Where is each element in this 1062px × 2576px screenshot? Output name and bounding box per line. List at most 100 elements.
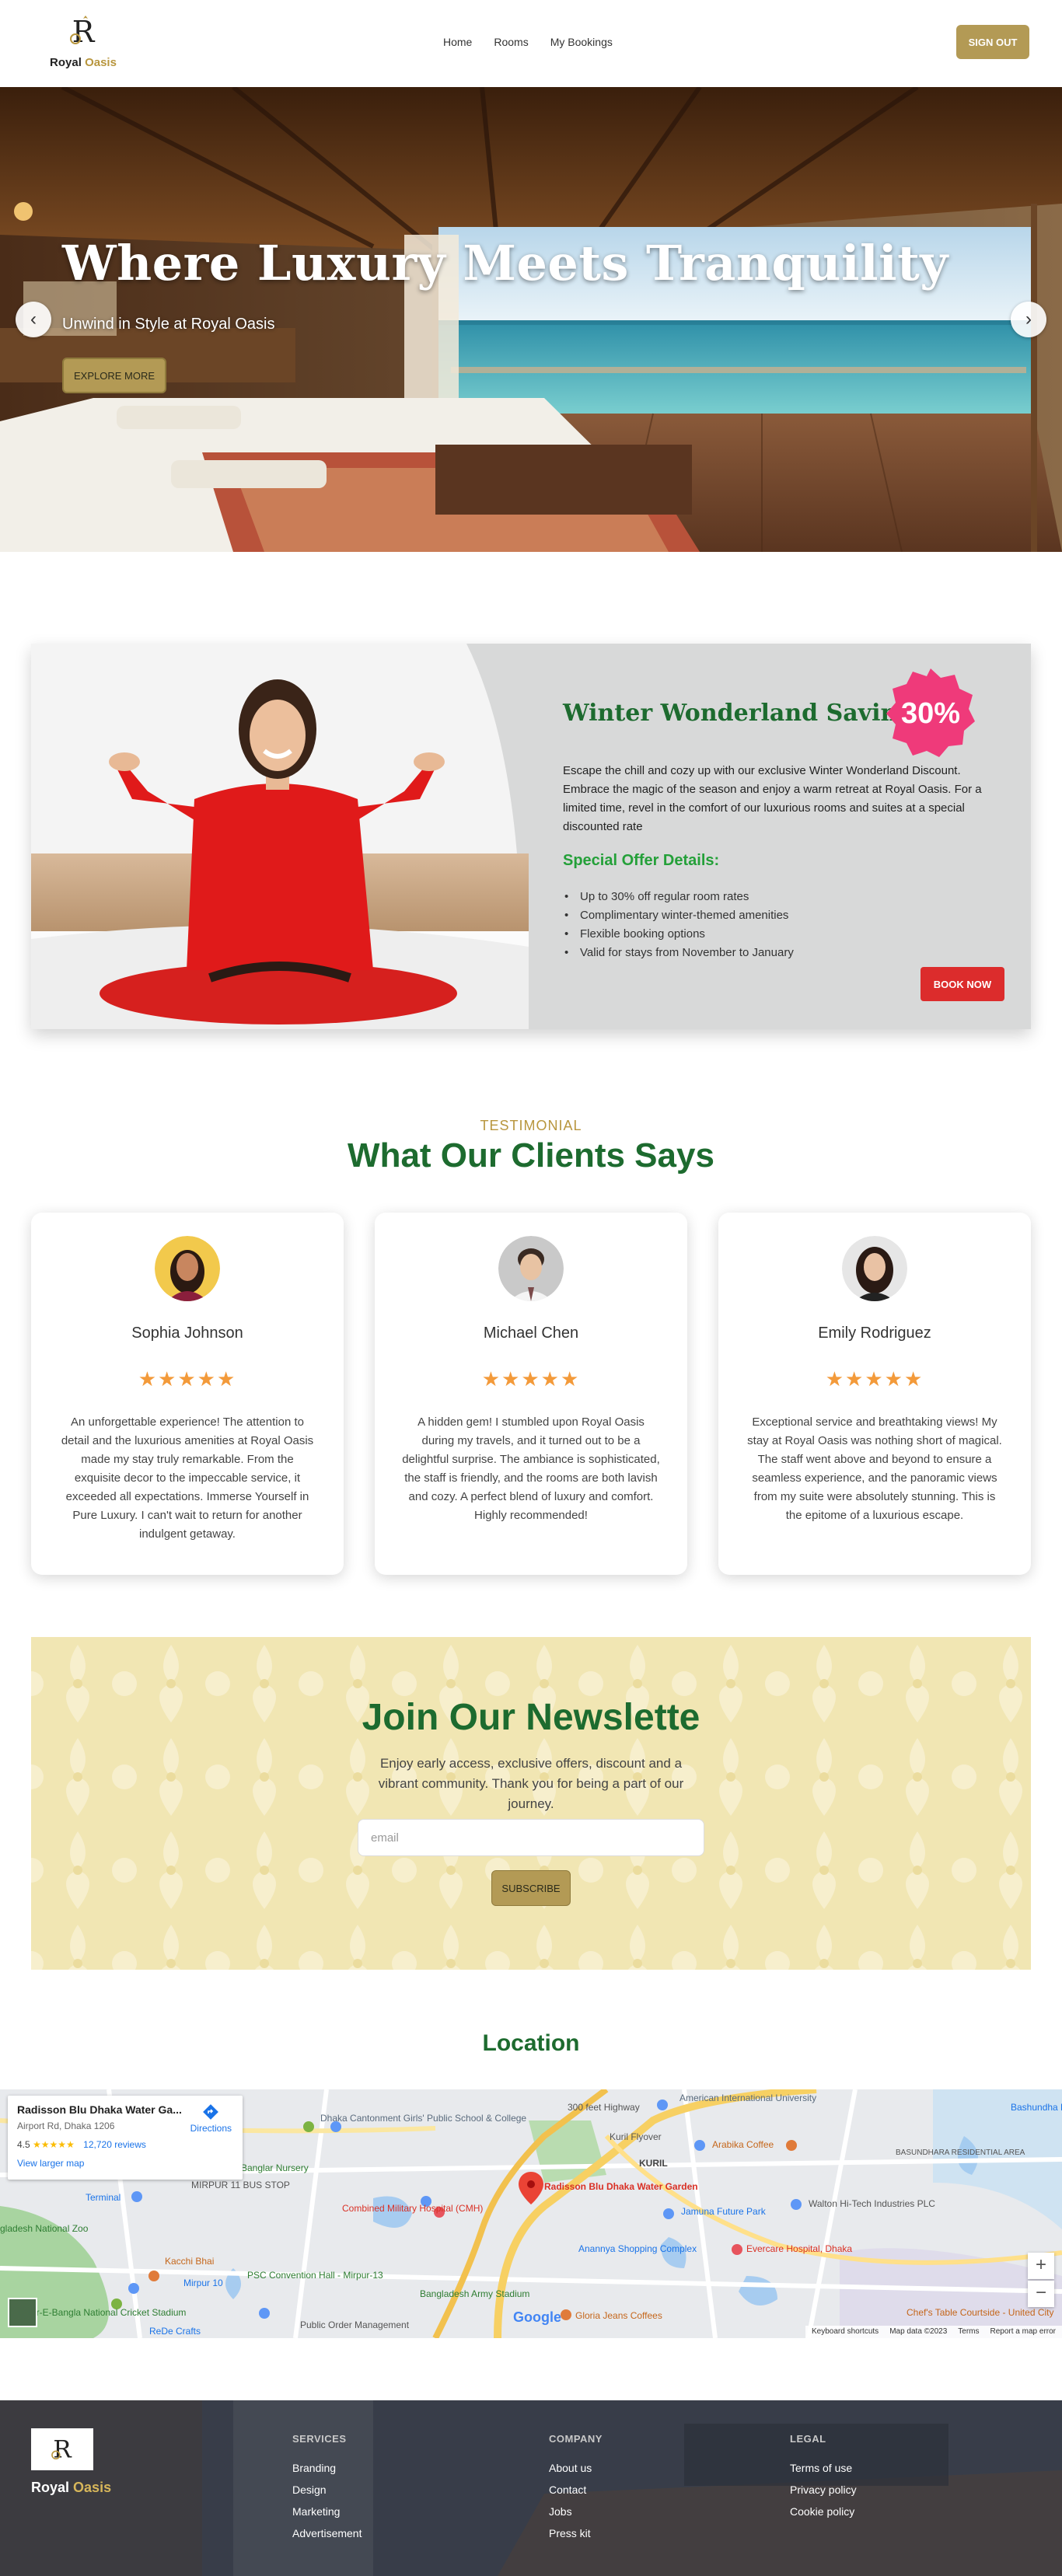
svg-text:R: R: [53, 2436, 72, 2464]
map-place-label: Mirpur 10: [183, 2278, 223, 2288]
newsletter-email-input[interactable]: [358, 1819, 704, 1856]
site-footer: R Royal Oasis SERVICES Branding Design M…: [0, 2400, 1062, 2576]
svg-text:30%: 30%: [901, 697, 960, 730]
newsletter-text: Enjoy early access, exclusive offers, di…: [378, 1756, 684, 1811]
offer-detail-item: Complimentary winter-themed amenities: [563, 906, 794, 925]
directions-icon: [203, 2104, 219, 2120]
offer-details-title: Special Offer Details:: [563, 852, 720, 869]
avatar: [498, 1236, 564, 1301]
footer-link[interactable]: Jobs: [549, 2505, 603, 2518]
footer-link[interactable]: Privacy policy: [790, 2484, 857, 2496]
map-place-label: Combined Military Hospital (CMH): [342, 2203, 484, 2214]
footer-link[interactable]: About us: [549, 2462, 603, 2474]
map-data-text: Map data ©2023: [889, 2327, 948, 2336]
footer-link[interactable]: Advertisement: [292, 2527, 362, 2539]
chevron-right-icon: ›: [1025, 309, 1032, 330]
map-place-label: Bashundha Kings Are: [1011, 2102, 1062, 2113]
footer-link[interactable]: Cookie policy: [790, 2505, 857, 2518]
map-place-card: Radisson Blu Dhaka Water Ga... Airport R…: [8, 2096, 243, 2180]
chevron-left-icon: ‹: [30, 309, 37, 330]
map-satellite-toggle[interactable]: [8, 2298, 37, 2327]
testimonial-name: Michael Chen: [483, 1325, 579, 1342]
carousel-next-button[interactable]: ›: [1011, 302, 1046, 337]
footer-link[interactable]: Press kit: [549, 2527, 603, 2539]
footer-link[interactable]: Marketing: [292, 2505, 362, 2518]
hero-subtitle: Unwind in Style at Royal Oasis: [62, 316, 275, 333]
main-nav: Home Rooms My Bookings: [443, 36, 613, 48]
map-place-label: PSC Convention Hall - Mirpur-13: [247, 2270, 383, 2281]
map-place-label: er-E-Bangla National Cricket Stadium: [31, 2307, 187, 2318]
nav-home-link[interactable]: Home: [443, 36, 472, 48]
subscribe-button[interactable]: SUBSCRIBE: [491, 1870, 571, 1906]
rating-stars-icon: ★★★★★: [825, 1367, 924, 1391]
footer-services-column: SERVICES Branding Design Marketing Adver…: [292, 2433, 362, 2549]
map-place-label: Anannya Shopping Complex: [578, 2243, 697, 2254]
hero-title: Where Luxury Meets Tranquility: [62, 235, 948, 291]
rating-stars-icon: ★★★★★: [33, 2139, 75, 2150]
map-place-label: Radisson Blu Dhaka Water Garden: [544, 2181, 698, 2192]
map-place-label: Walton Hi-Tech Industries PLC: [809, 2198, 935, 2209]
newsletter-title: Join Our Newslette: [362, 1697, 700, 1738]
report-map-error-link[interactable]: Report a map error: [990, 2327, 1056, 2337]
map-place-label: Dhaka Cantonment Girls' Public School & …: [320, 2113, 527, 2124]
book-now-button[interactable]: BOOK NOW: [921, 967, 1004, 1001]
footer-legal-column: LEGAL Terms of use Privacy policy Cookie…: [790, 2433, 857, 2527]
map-reviews-link[interactable]: 12,720 reviews: [83, 2139, 146, 2150]
location-title: Location: [482, 2030, 580, 2056]
sign-out-button[interactable]: SIGN OUT: [956, 25, 1029, 59]
footer-link[interactable]: Contact: [549, 2484, 603, 2496]
map-place-label: Public Order Management: [300, 2319, 410, 2330]
footer-logo[interactable]: R: [31, 2428, 93, 2470]
footer-link[interactable]: Design: [292, 2484, 362, 2496]
testimonial-text: An unforgettable experience! The attenti…: [61, 1415, 314, 1541]
footer-column-title: SERVICES: [292, 2433, 347, 2445]
discount-badge-icon: 30%: [886, 668, 975, 757]
offer-description: Escape the chill and cozy up with our ex…: [563, 764, 982, 833]
map-place-label: American International University: [679, 2093, 817, 2103]
map-place-label: Evercare Hospital, Dhaka: [746, 2243, 853, 2254]
map-terms-link[interactable]: Terms: [958, 2327, 979, 2337]
map-zoom-in-button[interactable]: +: [1028, 2253, 1054, 2279]
brand-logo[interactable]: R Royal Oasis: [40, 11, 126, 69]
map-place-label: gladesh National Zoo: [0, 2223, 89, 2234]
avatar: [842, 1236, 907, 1301]
keyboard-shortcuts-link[interactable]: Keyboard shortcuts: [812, 2327, 879, 2337]
map-place-label: ReDe Crafts: [149, 2326, 201, 2337]
royal-oasis-logo-icon: R: [70, 15, 96, 49]
testimonial-name: Emily Rodriguez: [818, 1325, 931, 1342]
testimonial-card: Michael Chen ★★★★★ A hidden gem! I stumb…: [375, 1213, 687, 1575]
footer-link[interactable]: Branding: [292, 2462, 362, 2474]
hero-carousel: Where Luxury Meets Tranquility Unwind in…: [0, 87, 1062, 552]
carousel-prev-button[interactable]: ‹: [16, 302, 51, 337]
directions-button[interactable]: Directions: [190, 2103, 232, 2134]
explore-more-button[interactable]: EXPLORE MORE: [62, 358, 166, 393]
map-place-rating: 4.5 ★★★★★ 12,720 reviews: [17, 2139, 146, 2150]
location-map[interactable]: Dhaka Cantonment Girls' Public School & …: [0, 2089, 1062, 2338]
rating-stars-icon: ★★★★★: [481, 1367, 581, 1391]
nav-my-bookings-link[interactable]: My Bookings: [550, 36, 613, 48]
map-place-label: KURIL: [639, 2158, 668, 2169]
rating-stars-icon: ★★★★★: [138, 1367, 237, 1391]
map-zoom-out-button[interactable]: −: [1028, 2281, 1054, 2307]
offer-detail-item: Up to 30% off regular room rates: [563, 888, 794, 906]
footer-background-image: [0, 2400, 1062, 2576]
map-place-label: MIRPUR 11 BUS STOP: [191, 2180, 290, 2190]
view-larger-map-link[interactable]: View larger map: [17, 2158, 233, 2169]
map-attribution-bar: Keyboard shortcuts Map data ©2023 Terms …: [805, 2326, 1062, 2338]
testimonials-heading: What Our Clients Says: [348, 1136, 714, 1175]
map-place-label: Bangladesh Army Stadium: [420, 2288, 530, 2299]
map-place-label: Kacchi Bhai: [165, 2256, 215, 2267]
map-place-label: Arabika Coffee: [712, 2139, 774, 2150]
testimonial-card: Sophia Johnson ★★★★★ An unforgettable ex…: [31, 1213, 344, 1575]
map-place-label: BASUNDHARA RESIDENTIAL AREA: [896, 2148, 1025, 2157]
testimonial-card: Emily Rodriguez ★★★★★ Exceptional servic…: [718, 1213, 1031, 1575]
footer-link[interactable]: Terms of use: [790, 2462, 857, 2474]
offer-title: Winter Wonderland Savings!: [563, 700, 938, 727]
nav-rooms-link[interactable]: Rooms: [494, 36, 528, 48]
offer-details-list: Up to 30% off regular room rates Complim…: [563, 888, 794, 962]
testimonial-label: TESTIMONIAL: [480, 1118, 582, 1133]
testimonial-text: A hidden gem! I stumbled upon Royal Oasi…: [402, 1415, 660, 1522]
map-place-label: Gloria Jeans Coffees: [575, 2310, 662, 2321]
footer-company-column: COMPANY About us Contact Jobs Press kit: [549, 2433, 603, 2549]
offer-woman-image: [31, 644, 529, 1029]
